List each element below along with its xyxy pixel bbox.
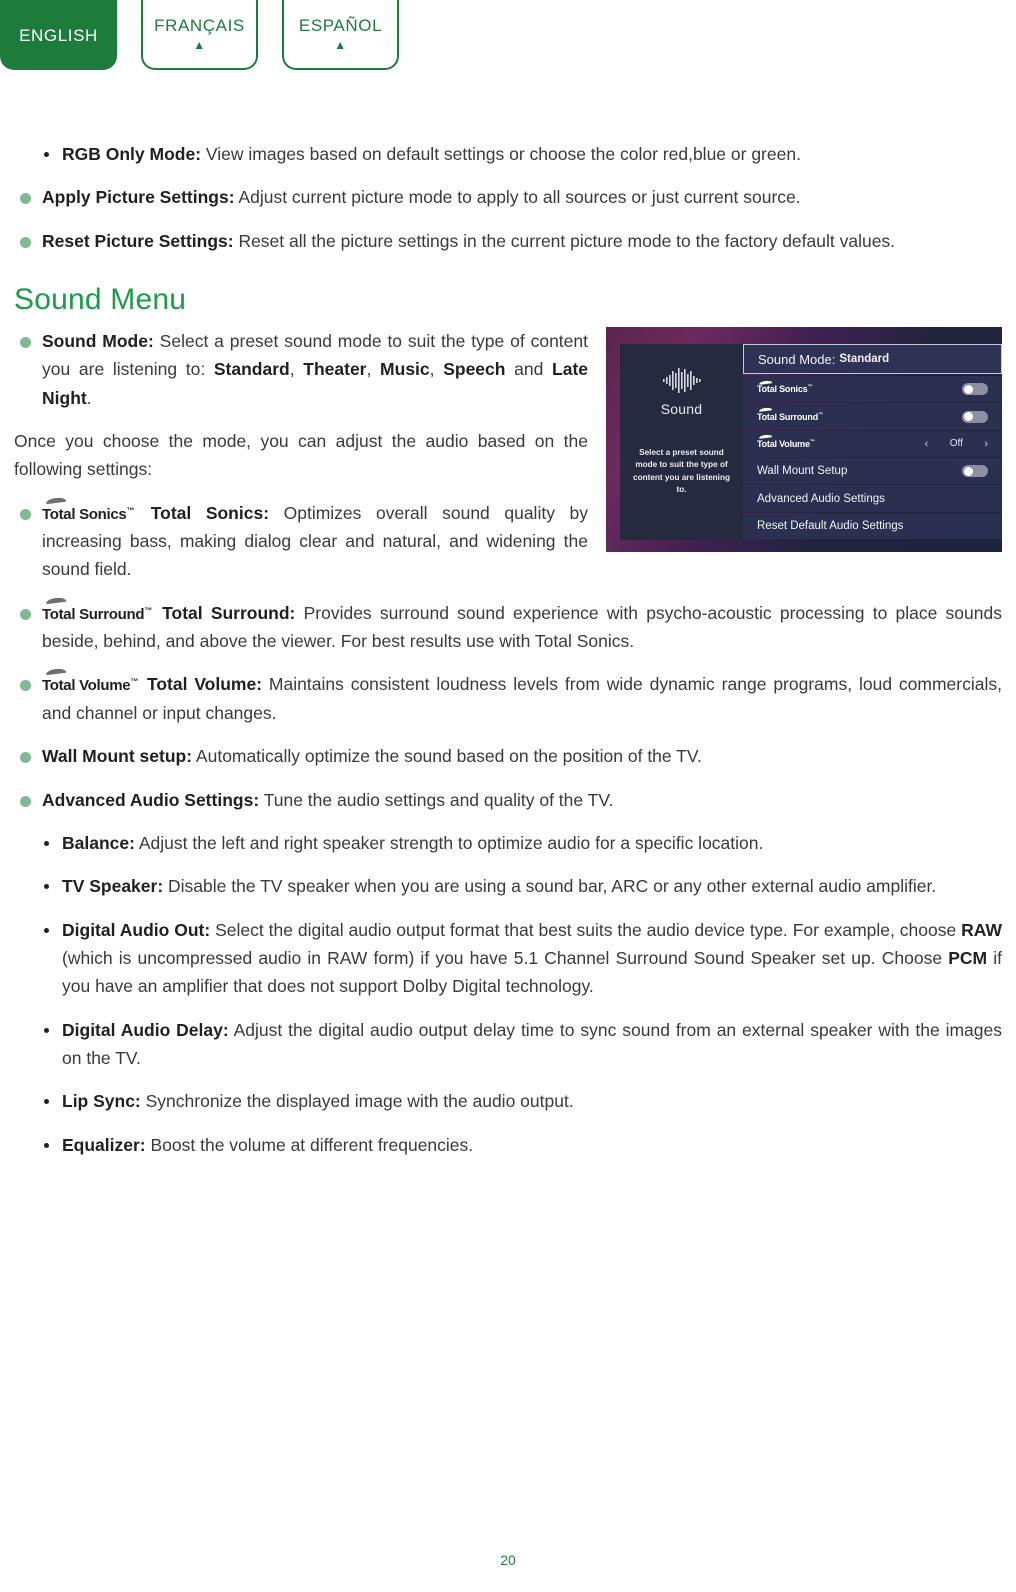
language-tab-bar: ENGLISH FRANÇAIS ▲ ESPAÑOL ▲ bbox=[0, 0, 423, 70]
desc-reset-picture-settings: Reset all the picture settings in the cu… bbox=[233, 230, 896, 251]
desc-apply-picture-settings: Adjust current picture mode to apply to … bbox=[234, 187, 801, 208]
mode-theater: Theater bbox=[303, 359, 367, 380]
triangle-up-icon: ▲ bbox=[334, 38, 347, 52]
term-equalizer: Equalizer: bbox=[62, 1134, 146, 1155]
list-item: Advanced Audio Settings: Tune the audio … bbox=[14, 786, 1002, 814]
term-apply-picture-settings: Apply Picture Settings: bbox=[42, 187, 235, 208]
total-surround-toggle[interactable] bbox=[962, 410, 988, 423]
desc-equalizer: Boost the volume at different frequencie… bbox=[145, 1134, 474, 1155]
chevron-left-icon[interactable]: ‹ bbox=[925, 438, 929, 450]
advanced-audio-sub-list: Balance: Adjust the left and right speak… bbox=[14, 829, 1002, 1159]
list-item: Total Sonics™ Total Sonics: Optimizes ov… bbox=[14, 499, 1002, 584]
list-item: Total Volume™ Total Volume: Maintains co… bbox=[14, 670, 1002, 727]
total-volume-value: Off bbox=[949, 438, 963, 450]
term-advanced-audio-settings: Advanced Audio Settings: bbox=[42, 789, 260, 810]
chevron-right-icon[interactable]: › bbox=[984, 438, 988, 450]
desc-digital-audio-out-b: (which is uncompressed audio in RAW form… bbox=[62, 947, 949, 968]
list-item: Total Surround™ Total Surround: Provides… bbox=[14, 599, 1002, 656]
total-volume-stepper[interactable]: ‹ Off › bbox=[925, 438, 988, 450]
list-item: Digital Audio Out: Select the digital au… bbox=[14, 916, 1002, 1001]
tv-menu-sidebar-description: Select a preset sound mode to suit the t… bbox=[633, 448, 730, 494]
tv-menu-row-total-volume[interactable]: Total Volume™ ‹ Off › bbox=[743, 430, 1002, 458]
term-digital-audio-out: Digital Audio Out: bbox=[62, 919, 211, 940]
section-title-sound-menu: Sound Menu bbox=[14, 283, 187, 317]
term-wall-mount-setup: Wall Mount setup: bbox=[42, 746, 193, 767]
total-volume-wordmark: Total Volume™ bbox=[42, 674, 138, 698]
total-volume-logo: Total Volume™ bbox=[757, 438, 815, 449]
document-body: RGB Only Mode: View images based on defa… bbox=[14, 140, 1002, 1174]
total-surround-wordmark: Total Surround™ bbox=[42, 603, 152, 627]
total-surround-logo: Total Surround™ bbox=[757, 411, 823, 422]
language-tab-espanol[interactable]: ESPAÑOL ▲ bbox=[282, 0, 399, 70]
language-tab-francais[interactable]: FRANÇAIS ▲ bbox=[141, 0, 258, 70]
desc-tv-speaker: Disable the TV speaker when you are usin… bbox=[163, 876, 937, 897]
term-tv-speaker: TV Speaker: bbox=[62, 876, 164, 897]
term-lip-sync: Lip Sync: bbox=[62, 1091, 141, 1112]
term-reset-picture-settings: Reset Picture Settings: bbox=[42, 230, 234, 251]
sound-mode-list: Sound Mode: Select a preset sound mode t… bbox=[14, 327, 1002, 412]
list-item: TV Speaker: Disable the TV speaker when … bbox=[14, 872, 1002, 900]
list-item: Wall Mount setup: Automatically optimize… bbox=[14, 742, 1002, 770]
picture-sub-list: RGB Only Mode: View images based on defa… bbox=[14, 140, 1002, 168]
wall-mount-setup-label: Wall Mount Setup bbox=[757, 465, 848, 478]
period: . bbox=[86, 387, 92, 408]
term-digital-audio-delay: Digital Audio Delay: bbox=[62, 1019, 229, 1040]
wall-mount-setup-toggle[interactable] bbox=[962, 465, 988, 478]
mode-speech: Speech bbox=[443, 359, 506, 380]
list-item: RGB Only Mode: View images based on defa… bbox=[14, 140, 1002, 168]
sound-feature-list: Total Sonics™ Total Sonics: Optimizes ov… bbox=[14, 499, 1002, 656]
value-raw: RAW bbox=[961, 919, 1002, 940]
term-total-volume: Total Volume: bbox=[146, 674, 263, 695]
language-tab-english-label: ENGLISH bbox=[19, 25, 98, 45]
list-item: Sound Mode: Select a preset sound mode t… bbox=[14, 327, 1002, 412]
value-pcm: PCM bbox=[948, 947, 988, 968]
desc-digital-audio-out-a: Select the digital audio output format t… bbox=[210, 919, 962, 940]
list-item: Balance: Adjust the left and right speak… bbox=[14, 829, 1002, 857]
mode-standard: Standard bbox=[213, 359, 290, 380]
tv-menu-row-wall-mount-setup[interactable]: Wall Mount Setup bbox=[743, 458, 1002, 485]
total-sonics-wordmark: Total Sonics™ bbox=[42, 503, 134, 527]
page-number: 20 bbox=[500, 1552, 516, 1568]
triangle-up-icon: ▲ bbox=[193, 38, 206, 52]
desc-lip-sync: Synchronize the displayed image with the… bbox=[140, 1091, 574, 1112]
desc-wall-mount-setup: Automatically optimize the sound based o… bbox=[192, 746, 702, 767]
term-total-sonics: Total Sonics: bbox=[150, 502, 270, 523]
desc-rgb-only-mode: View images based on default settings or… bbox=[201, 144, 801, 164]
desc-balance: Adjust the left and right speaker streng… bbox=[134, 832, 764, 853]
mode-music: Music bbox=[380, 359, 430, 380]
term-total-surround: Total Surround: bbox=[162, 602, 296, 623]
language-tab-francais-label: FRANÇAIS bbox=[154, 16, 245, 35]
list-item: Apply Picture Settings: Adjust current p… bbox=[14, 183, 1002, 211]
picture-list: Apply Picture Settings: Adjust current p… bbox=[14, 183, 1002, 255]
desc-advanced-audio-settings: Tune the audio settings and quality of t… bbox=[259, 789, 614, 810]
language-tab-espanol-label: ESPAÑOL bbox=[298, 16, 383, 35]
conjunction: and bbox=[505, 359, 553, 380]
list-item: Reset Picture Settings: Reset all the pi… bbox=[14, 227, 1002, 255]
term-sound-mode: Sound Mode: bbox=[42, 331, 154, 352]
list-item: Equalizer: Boost the volume at different… bbox=[14, 1131, 1002, 1159]
term-balance: Balance: bbox=[62, 832, 135, 853]
term-rgb-only-mode: RGB Only Mode: bbox=[62, 144, 202, 164]
language-tab-english[interactable]: ENGLISH bbox=[0, 0, 117, 70]
list-item: Lip Sync: Synchronize the displayed imag… bbox=[14, 1087, 1002, 1115]
list-item: Digital Audio Delay: Adjust the digital … bbox=[14, 1016, 1002, 1073]
sound-feature-list-2: Total Volume™ Total Volume: Maintains co… bbox=[14, 670, 1002, 813]
